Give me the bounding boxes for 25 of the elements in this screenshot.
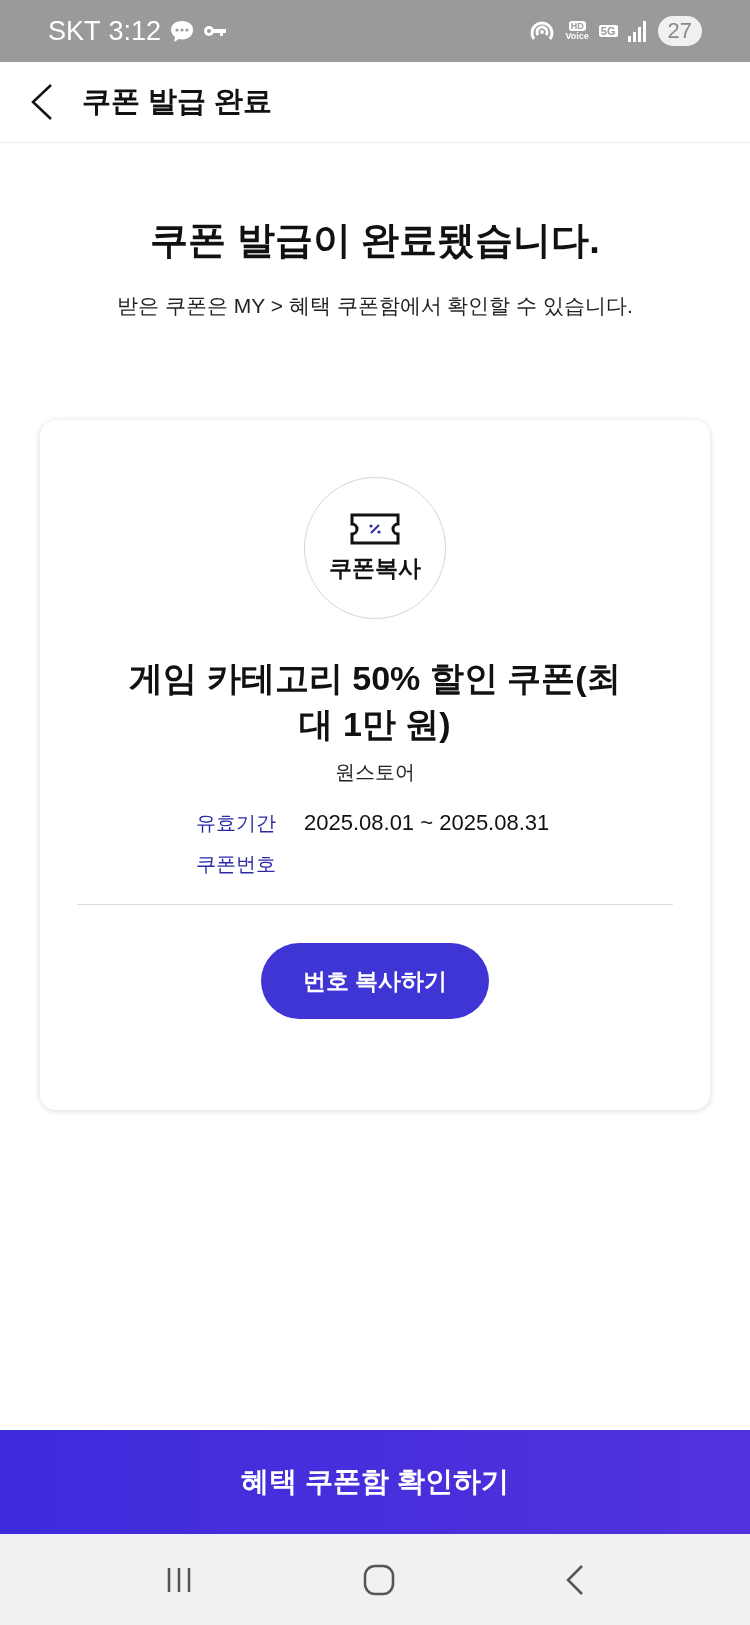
back-nav-button[interactable] <box>565 1563 585 1596</box>
copy-number-button[interactable]: 번호 복사하기 <box>261 943 489 1019</box>
recent-apps-button[interactable] <box>165 1565 193 1594</box>
detail-label: 쿠폰번호 <box>196 852 276 877</box>
store-name: 원스토어 <box>335 760 415 785</box>
coupon-box-button[interactable]: 혜택 쿠폰함 확인하기 <box>0 1430 750 1534</box>
key-icon <box>203 24 228 38</box>
back-button[interactable] <box>30 82 54 122</box>
coupon-name: 게임 카테고리 50% 할인 쿠폰(최대 1만 원) <box>128 658 622 745</box>
page-title: 쿠폰 발급 완료 <box>82 84 273 119</box>
detail-label: 유효기간 <box>196 811 276 836</box>
chat-bubble-icon <box>169 19 196 43</box>
network-label: 5G <box>598 25 618 37</box>
home-button[interactable] <box>363 1563 395 1596</box>
completion-title: 쿠폰 발급이 완료됐습니다. <box>150 218 600 263</box>
detail-value: 2025.08.01 ~ 2025.08.31 <box>304 810 550 837</box>
completion-subtitle: 받은 쿠폰은 MY > 혜택 쿠폰함에서 확인할 수 있습니다. <box>117 293 633 319</box>
signal-icon <box>627 20 648 42</box>
ticket-icon <box>350 512 400 545</box>
voice-label: Voice <box>565 31 589 41</box>
clock-time: 3:12 <box>108 15 162 47</box>
carrier-name: SKT <box>48 15 101 47</box>
battery-level: 27 <box>657 16 702 46</box>
hd-label: HD <box>568 21 586 31</box>
coupon-copy-button[interactable]: 쿠폰복사 <box>304 477 446 619</box>
